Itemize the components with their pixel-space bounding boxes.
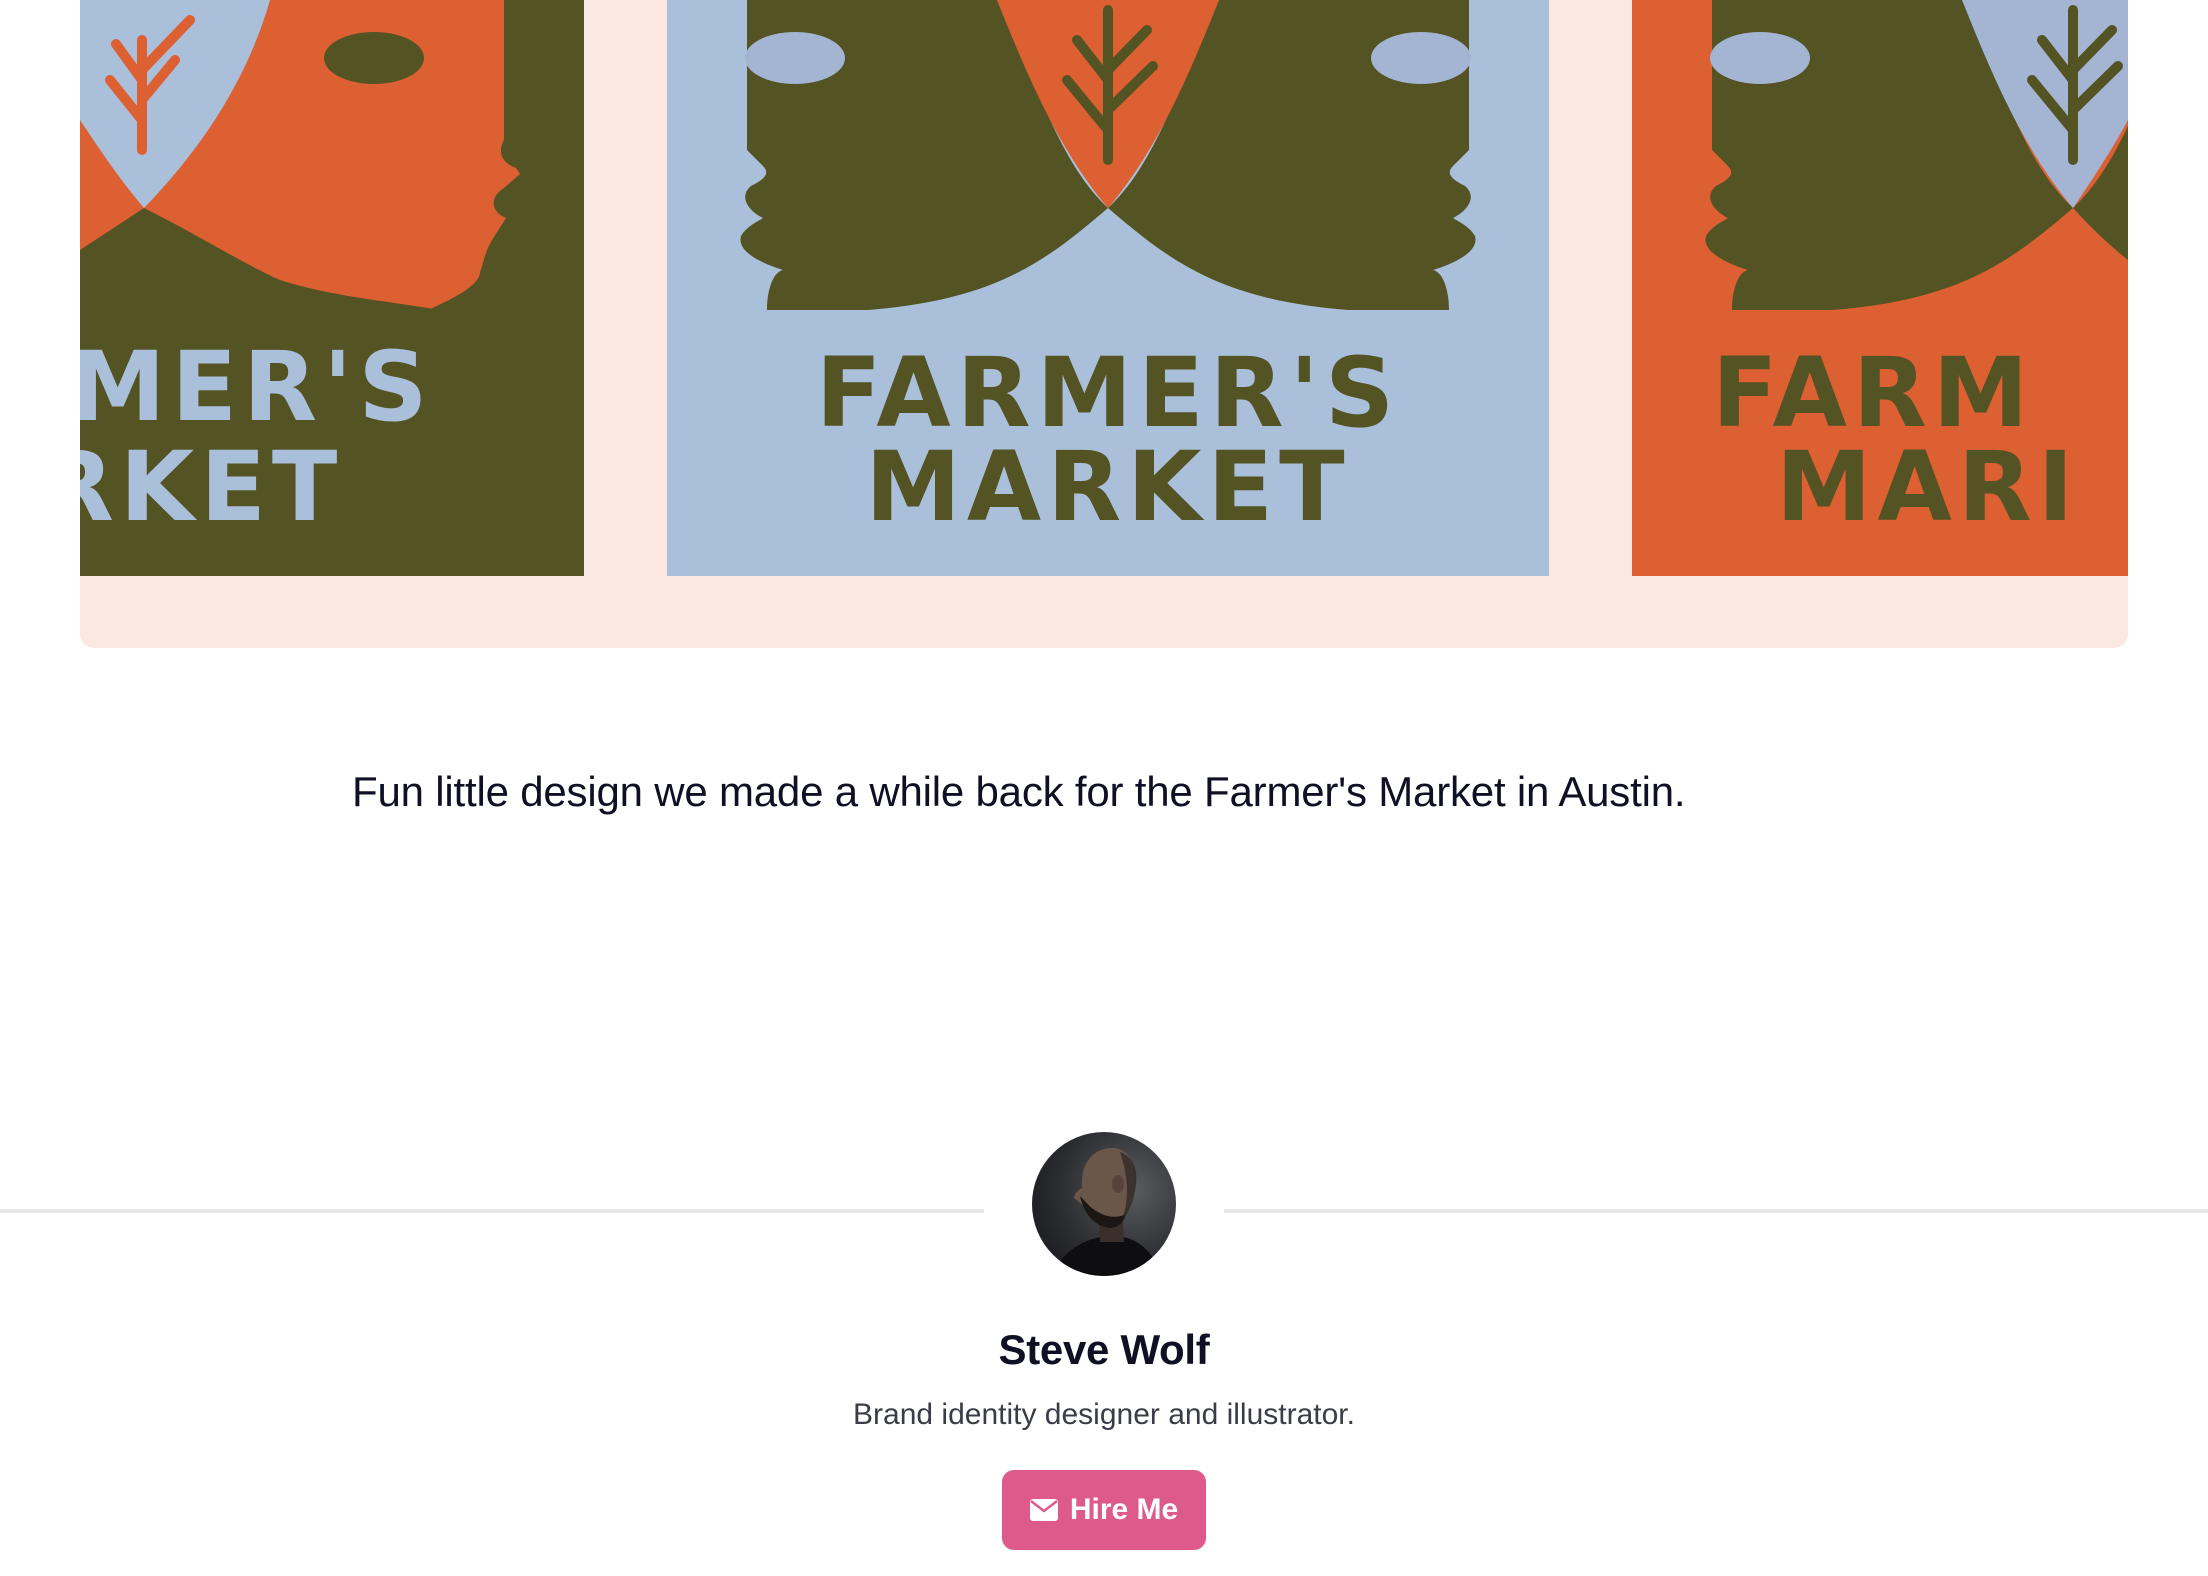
hire-me-label: Hire Me — [1069, 1493, 1179, 1526]
divider-right — [1224, 1209, 2208, 1213]
hire-me-button[interactable]: Hire Me — [1002, 1470, 1206, 1550]
poster-panel-left: MER'S RKET — [80, 0, 584, 576]
author-bio: Brand identity designer and illustrator. — [853, 1398, 1355, 1431]
author-avatar[interactable] — [1032, 1132, 1176, 1276]
poster-panel-center: FARMER'S MARKET — [667, 0, 1549, 576]
project-artwork: MER'S RKET FARMER'S MARKET — [80, 0, 2128, 648]
poster-panel-right: FARM MARI — [1632, 0, 2128, 576]
artwork-text: RKET — [80, 431, 343, 543]
envelope-icon — [1029, 1499, 1058, 1521]
artwork-text: MER'S — [80, 331, 434, 443]
project-description: Fun little design we made a while back f… — [352, 768, 1686, 815]
project-page: MER'S RKET FARMER'S MARKET — [0, 0, 2208, 1576]
divider-left — [0, 1209, 984, 1213]
profile-photo-icon — [1052, 1148, 1160, 1276]
artwork-text: MARI — [1776, 431, 2079, 543]
artwork-title-line2: MARKET — [865, 431, 1350, 543]
author-name[interactable]: Steve Wolf — [0, 1326, 2208, 1374]
